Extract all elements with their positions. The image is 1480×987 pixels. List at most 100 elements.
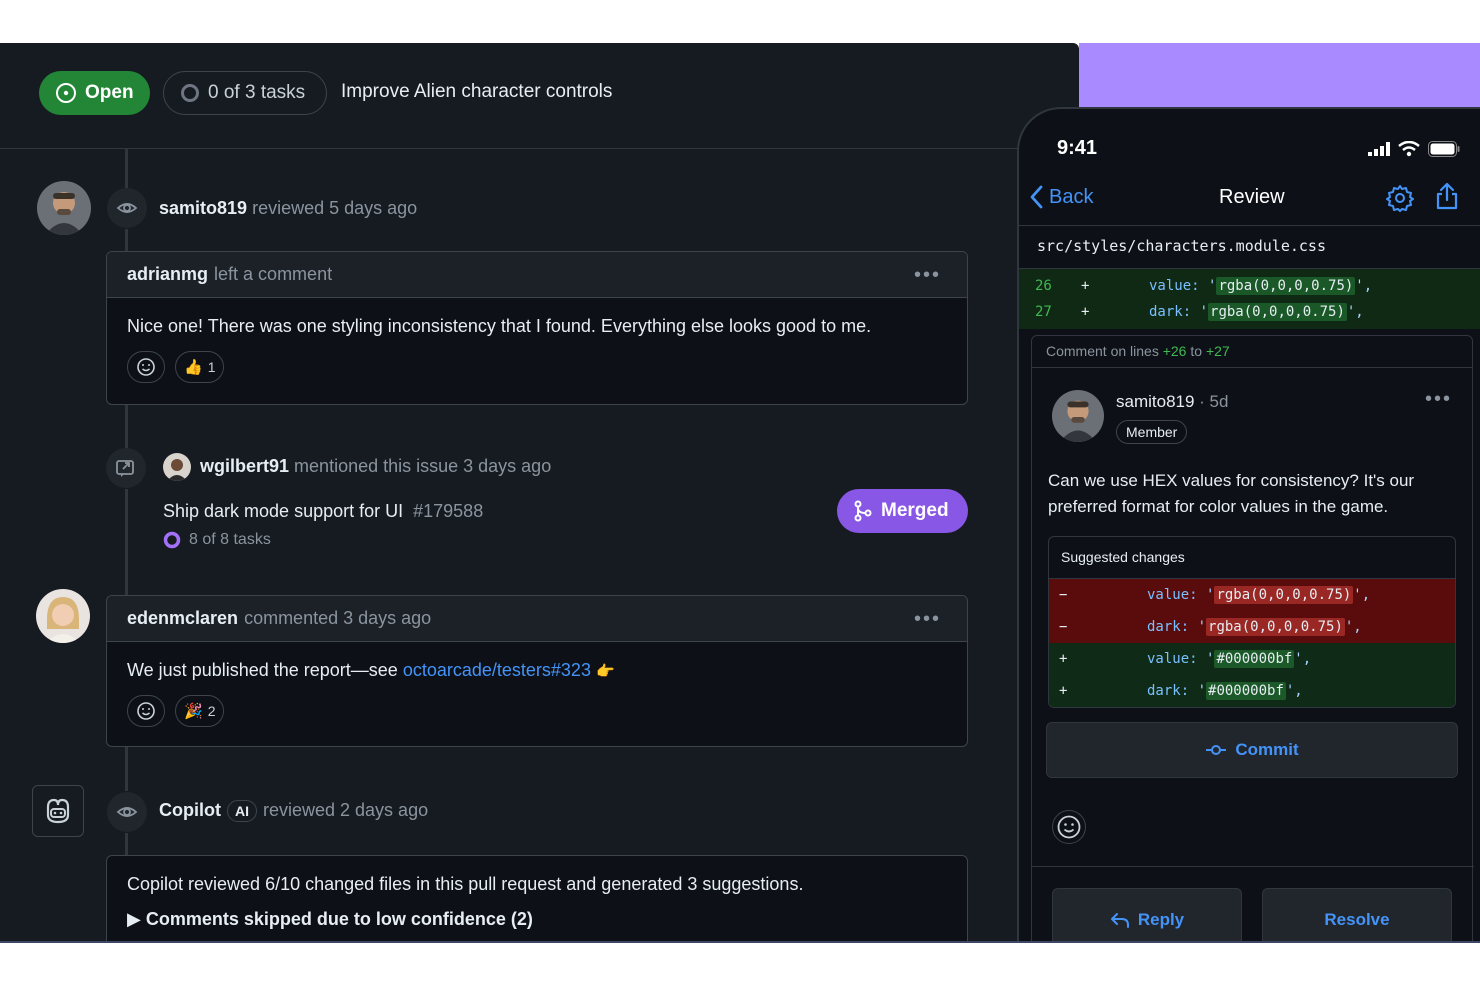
add-reaction-button[interactable] bbox=[1052, 810, 1086, 844]
timeline-line bbox=[125, 149, 128, 193]
range-end: +27 bbox=[1205, 343, 1230, 359]
avatar-image bbox=[37, 181, 91, 235]
battery-icon bbox=[1428, 141, 1460, 157]
comment-author[interactable]: edenmclaren bbox=[127, 608, 238, 629]
avatar-image bbox=[36, 589, 90, 643]
party-popper-icon: 🎉 bbox=[184, 703, 203, 720]
review-event: samito819 reviewed 5 days ago bbox=[159, 198, 417, 219]
comment-text: We just published the report—see bbox=[127, 660, 403, 680]
timeline-line bbox=[125, 747, 128, 791]
resolve-button[interactable]: Resolve bbox=[1262, 888, 1452, 942]
author-name[interactable]: samito819 bbox=[1116, 392, 1194, 411]
suggestion-line-added: + value: ' #000000bf ', bbox=[1049, 643, 1455, 675]
resolve-label: Resolve bbox=[1324, 910, 1390, 929]
reply-label: Reply bbox=[1137, 910, 1185, 929]
event-author[interactable]: Copilot bbox=[159, 800, 221, 820]
tasks-progress-badge[interactable]: 0 of 3 tasks bbox=[163, 71, 327, 115]
copilot-review-event: Copilot AI reviewed 2 days ago bbox=[159, 800, 428, 822]
cellular-signal-icon bbox=[1368, 142, 1390, 156]
skipped-comments-toggle[interactable]: ▶ Comments skipped due to low confidence… bbox=[107, 895, 967, 930]
event-author[interactable]: wgilbert91 bbox=[200, 456, 289, 476]
mobile-review-screen: 9:41 Back Review src/styles/characters.m… bbox=[1017, 107, 1480, 942]
css-value: rgba(0,0,0,0.75) bbox=[1214, 586, 1354, 604]
more-options-icon[interactable]: ••• bbox=[914, 264, 941, 287]
range-start: +26 bbox=[1162, 343, 1187, 359]
issue-panel: Open 0 of 3 tasks Improve Alien characte… bbox=[0, 43, 1079, 942]
reply-button[interactable]: Reply bbox=[1052, 888, 1242, 942]
comment-action: left a comment bbox=[214, 264, 333, 284]
issue-title: Improve Alien character controls bbox=[341, 81, 613, 102]
pr-tasks: 8 of 8 tasks bbox=[163, 531, 271, 549]
css-value: rgba(0,0,0,0.75) bbox=[1208, 303, 1347, 321]
issue-link[interactable]: octoarcade/testers#323 bbox=[403, 660, 591, 680]
css-value: #000000bf bbox=[1206, 682, 1286, 700]
linked-pr[interactable]: Ship dark mode support for UI #179588 bbox=[163, 501, 483, 522]
smiley-icon bbox=[137, 358, 155, 376]
comment-author[interactable]: adrianmg bbox=[127, 264, 208, 285]
progress-ring-icon bbox=[181, 84, 199, 102]
gear-icon[interactable] bbox=[1385, 183, 1415, 218]
diff-sign: + bbox=[1081, 304, 1090, 320]
smiley-icon bbox=[137, 702, 155, 720]
comment-body: Nice one! There was one styling inconsis… bbox=[127, 316, 872, 336]
suggestion-line-removed: − value: ' rgba(0,0,0,0.75) ', bbox=[1049, 579, 1455, 611]
status-icons bbox=[1368, 141, 1460, 157]
reaction-count: 2 bbox=[207, 703, 216, 719]
thread-author: samito819 · 5d bbox=[1116, 392, 1228, 412]
add-reaction-button[interactable] bbox=[127, 351, 165, 383]
more-options-icon[interactable]: ••• bbox=[914, 608, 941, 631]
comment-card: adrianmg left a comment ••• Nice one! Th… bbox=[106, 251, 968, 405]
copilot-avatar[interactable] bbox=[32, 785, 84, 837]
thread-comment-body: Can we use HEX values for consistency? I… bbox=[1048, 471, 1415, 516]
pr-number: #179588 bbox=[413, 501, 484, 521]
avatar-samito819[interactable] bbox=[37, 181, 91, 235]
diff-sign: + bbox=[1059, 651, 1068, 667]
css-property: value: bbox=[1149, 278, 1200, 294]
merged-label: Merged bbox=[881, 500, 949, 521]
eye-icon bbox=[107, 188, 147, 228]
suggestion-line-removed: − dark: ' rgba(0,0,0,0.75) ', bbox=[1049, 611, 1455, 643]
avatar-wgilbert91[interactable] bbox=[163, 453, 191, 481]
range-to: to bbox=[1186, 343, 1206, 359]
suggested-changes-title: Suggested changes bbox=[1049, 537, 1455, 579]
timeline-line bbox=[125, 404, 128, 448]
timeline-line bbox=[125, 489, 128, 599]
wifi-icon bbox=[1398, 141, 1420, 157]
timeline-line bbox=[125, 229, 128, 251]
reaction-count: 1 bbox=[207, 359, 216, 375]
commit-label: Commit bbox=[1235, 740, 1299, 759]
thumbs-up-reaction[interactable]: 👍 1 bbox=[175, 351, 225, 383]
copilot-review-card: Copilot reviewed 6/10 changed files in t… bbox=[106, 855, 968, 942]
event-author[interactable]: samito819 bbox=[159, 198, 247, 218]
avatar-samito819[interactable] bbox=[1052, 390, 1104, 442]
back-button[interactable]: Back bbox=[1029, 185, 1093, 209]
status-badge-open: Open bbox=[39, 71, 150, 115]
range-prefix: Comment on lines bbox=[1046, 343, 1163, 359]
more-options-icon[interactable]: ••• bbox=[1425, 388, 1452, 411]
review-thread: Comment on lines +26 to +27 samito819 · … bbox=[1031, 335, 1474, 942]
progress-complete-icon bbox=[163, 531, 181, 549]
add-reaction-button[interactable] bbox=[127, 695, 165, 727]
diff-sign: − bbox=[1059, 587, 1068, 603]
commit-button[interactable]: Commit bbox=[1046, 722, 1458, 778]
eye-icon bbox=[107, 792, 147, 832]
merge-icon bbox=[854, 500, 872, 522]
css-property: value: bbox=[1147, 651, 1198, 667]
diff-hunk: 26 + value: ' rgba(0,0,0,0.75) ', 27 + dar… bbox=[1019, 269, 1480, 329]
line-number: 27 bbox=[1035, 304, 1052, 320]
issue-open-icon bbox=[56, 83, 76, 103]
css-value: rgba(0,0,0,0.75) bbox=[1206, 618, 1345, 636]
smiley-icon bbox=[1057, 815, 1081, 839]
css-property: value: bbox=[1147, 587, 1198, 603]
tasks-label: 0 of 3 tasks bbox=[208, 82, 306, 103]
commit-icon bbox=[1206, 745, 1227, 755]
pointing-hand-icon: 👉 bbox=[595, 663, 615, 680]
line-number: 26 bbox=[1035, 278, 1052, 294]
comment-line-range: Comment on lines +26 to +27 bbox=[1032, 336, 1472, 368]
avatar-edenmclaren[interactable] bbox=[36, 589, 90, 643]
suggested-changes: Suggested changes − value: ' rgba(0,0,0,0… bbox=[1048, 536, 1456, 708]
tada-reaction[interactable]: 🎉 2 bbox=[175, 695, 225, 727]
css-property: dark: bbox=[1149, 304, 1192, 320]
share-icon[interactable] bbox=[1435, 181, 1459, 216]
reply-icon bbox=[1110, 913, 1129, 928]
